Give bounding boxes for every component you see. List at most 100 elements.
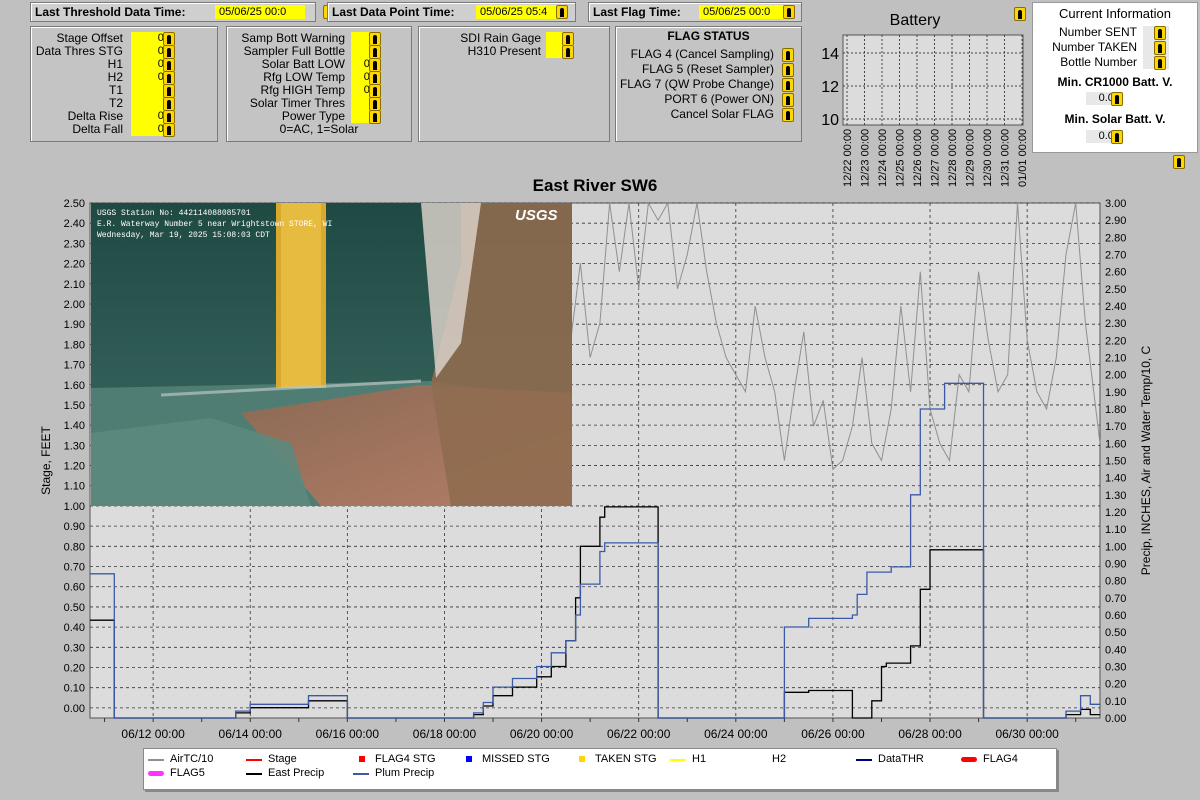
y2-tick-label: 0.70 (1105, 593, 1126, 605)
y2-tick-label: 2.60 (1105, 267, 1126, 279)
camera-image: USGS Station No: 442114088085701 E.R. Wa… (91, 203, 572, 506)
warning-icon[interactable] (163, 123, 175, 137)
current-info-rows: Number SENT Number TAKEN Bottle Number (1033, 25, 1137, 70)
sampler-param-label: Power Type (281, 109, 345, 123)
y-tick-label: 0.80 (64, 541, 85, 553)
last-flag-bar: Last Flag Time: 05/06/25 00:0 (588, 2, 802, 22)
warning-icon[interactable] (1154, 41, 1166, 55)
y2-tick-label: 1.60 (1105, 438, 1126, 450)
cr1000-label: Min. CR1000 Batt. V. (1057, 75, 1173, 89)
warning-icon[interactable] (163, 71, 175, 85)
battery-ytick: 12 (821, 79, 839, 96)
legend-label: AirTC/10 (170, 753, 214, 765)
warning-icon[interactable] (782, 48, 794, 62)
y2-tick-label: 1.50 (1105, 456, 1126, 468)
legend-label: H2 (772, 753, 787, 765)
battery-plot-area (842, 34, 1024, 126)
warning-icon[interactable] (369, 32, 381, 46)
legend-item: AirTC/10 (148, 753, 248, 767)
legend-item: Stage (246, 753, 346, 767)
y2-tick-label: 2.20 (1105, 335, 1126, 347)
solar-label: Min. Solar Batt. V. (1064, 112, 1166, 126)
legend-label: H1 (692, 753, 707, 765)
warning-icon[interactable] (369, 84, 381, 98)
legend-swatch (148, 771, 164, 776)
y-tick-label: 1.50 (64, 400, 85, 412)
warning-icon[interactable] (163, 110, 175, 124)
warning-icon[interactable] (783, 5, 795, 19)
y-tick-label: 1.30 (64, 440, 85, 452)
bottle-number-label: Bottle Number (1060, 55, 1137, 69)
warning-icon[interactable] (163, 32, 175, 46)
flag-status-item: FLAG 7 (QW Probe Change) (619, 77, 774, 91)
flag-status-item: FLAG 4 (Cancel Sampling) (630, 47, 774, 61)
warning-icon[interactable] (369, 45, 381, 59)
warning-icon[interactable] (782, 108, 794, 122)
legend-label: FLAG4 STG (375, 753, 436, 765)
legend-swatch (466, 756, 472, 762)
warning-icon[interactable] (782, 93, 794, 107)
y2-tick-label: 0.10 (1105, 696, 1126, 708)
last-flag-label: Last Flag Time: (593, 5, 681, 19)
warning-icon[interactable] (1154, 26, 1166, 40)
y2-tick-label: 1.10 (1105, 524, 1126, 536)
last-threshold-label: Last Threshold Data Time: (35, 5, 186, 19)
x-tick-label: 06/12 00:00 (121, 727, 185, 741)
legend-label: TAKEN STG (595, 753, 657, 765)
warning-icon[interactable] (369, 97, 381, 111)
y2-tick-label: 0.60 (1105, 610, 1126, 622)
x-tick-label: 06/16 00:00 (316, 727, 380, 741)
warning-icon[interactable] (1111, 92, 1123, 106)
warning-icon[interactable] (1111, 130, 1123, 144)
warning-icon[interactable] (1154, 56, 1166, 70)
warning-icon[interactable] (369, 71, 381, 85)
battery-ytick: 14 (821, 46, 839, 63)
y2-tick-label: 0.40 (1105, 644, 1126, 656)
legend-item: DataTHR (856, 753, 956, 767)
legend-label: MISSED STG (482, 753, 550, 765)
y2-tick-label: 2.50 (1105, 284, 1126, 296)
warning-icon[interactable] (163, 45, 175, 59)
warning-icon[interactable] (1173, 155, 1185, 169)
warning-icon[interactable] (562, 32, 574, 46)
warning-icon[interactable] (163, 58, 175, 72)
y2-tick-label: 1.20 (1105, 507, 1126, 519)
legend-item: East Precip (246, 767, 346, 781)
warning-icon[interactable] (556, 5, 568, 19)
camera-line3: Wednesday, Mar 19, 2025 15:08:03 CDT (97, 231, 270, 240)
y-tick-label: 0.20 (64, 663, 85, 675)
legend-swatch (246, 773, 262, 775)
y2-tick-label: 1.30 (1105, 490, 1126, 502)
warning-icon[interactable] (369, 110, 381, 124)
warning-icon[interactable] (163, 84, 175, 98)
y-tick-label: 1.90 (64, 319, 85, 331)
camera-line2: E.R. Waterway Number 5 near Wrightstown … (97, 220, 333, 229)
y-tick-label: 2.40 (64, 218, 85, 230)
power-type-note: 0=AC, 1=Solar (279, 122, 359, 136)
x-tick-label: 06/22 00:00 (607, 727, 671, 741)
current-info-panel: Current Information Number SENT Number T… (1032, 2, 1198, 153)
camera-scene (91, 203, 572, 506)
y-tick-label: 0.30 (64, 642, 85, 654)
warning-icon[interactable] (163, 97, 175, 111)
warning-icon[interactable] (369, 58, 381, 72)
y2-tick-label: 0.90 (1105, 559, 1126, 571)
legend-item: FLAG5 (148, 767, 248, 781)
legend-item: TAKEN STG (573, 753, 673, 767)
y2-tick-label: 0.20 (1105, 679, 1126, 691)
warning-icon[interactable] (782, 63, 794, 77)
legend-label: Plum Precip (375, 767, 435, 779)
y2-tick-label: 2.40 (1105, 301, 1126, 313)
warning-icon[interactable] (1014, 7, 1026, 21)
legend-label: FLAG5 (170, 767, 205, 779)
threshold-param-label: Delta Fall (72, 122, 123, 136)
y2-tick-label: 1.00 (1105, 541, 1126, 553)
y2-tick-label: 2.30 (1105, 318, 1126, 330)
sampler-panel: 0=AC, 1=Solar Samp Bott Warning0Sampler … (226, 26, 412, 142)
battery-title: Battery (889, 12, 941, 29)
legend-swatch (961, 757, 977, 762)
warning-icon[interactable] (782, 78, 794, 92)
x-tick-label: 06/26 00:00 (801, 727, 865, 741)
warning-icon[interactable] (562, 45, 574, 59)
chart-legend: AirTC/10 Stage FLAG4 STG MISSED STG TAKEN ST… (143, 748, 1057, 790)
